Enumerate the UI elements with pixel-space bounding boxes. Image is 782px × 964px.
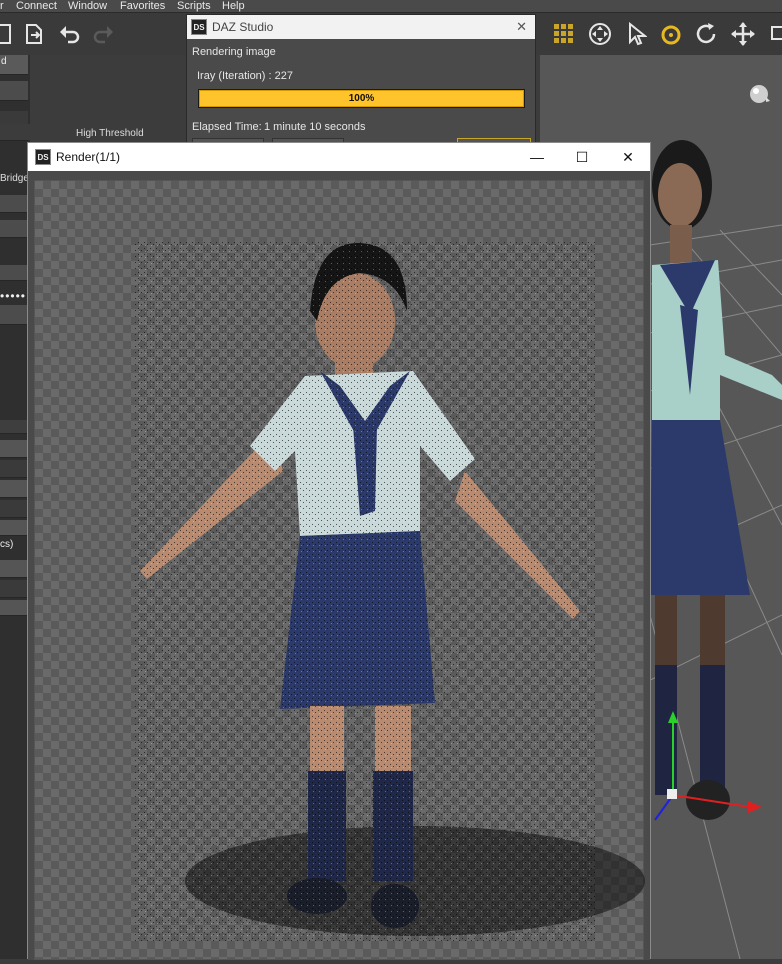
menu-item-scripts[interactable]: Scripts	[177, 0, 211, 12]
more-dots-icon[interactable]: •••••	[0, 289, 26, 303]
orbit-icon[interactable]	[658, 20, 686, 48]
left-pane: d Bridge ••••• cs)	[0, 55, 30, 959]
grid-icon[interactable]	[550, 20, 578, 48]
pane-tab-label: d	[1, 56, 7, 67]
pane-row[interactable]	[0, 600, 28, 616]
menu-item-truncated[interactable]: r	[0, 0, 4, 12]
bridge-label: Bridge	[0, 173, 29, 184]
render-status: Rendering image	[192, 46, 276, 58]
progress-text: 100%	[348, 93, 375, 104]
pane-row[interactable]	[0, 420, 28, 434]
minimize-icon[interactable]: —	[514, 143, 560, 171]
new-scene-icon[interactable]	[0, 20, 18, 48]
pane-row[interactable]	[0, 500, 28, 518]
menu-item-favorites[interactable]: Favorites	[120, 0, 165, 12]
scale-tool-icon[interactable]	[762, 20, 782, 48]
maximize-icon[interactable]: ☐	[559, 143, 605, 171]
close-icon[interactable]: ✕	[605, 143, 651, 171]
pane-row[interactable]	[0, 560, 28, 578]
rendered-figure	[135, 241, 645, 941]
pane-row[interactable]	[0, 265, 28, 281]
dialog-close-icon[interactable]: ✕	[516, 19, 527, 35]
render-window: DS Render(1/1) — ☐ ✕	[27, 142, 651, 960]
elapsed-value: 1 minute 10 seconds	[264, 121, 366, 133]
redo-icon	[90, 20, 118, 48]
dialog-title: DAZ Studio	[212, 20, 274, 34]
pointer-icon[interactable]	[622, 20, 650, 48]
menu-item-help[interactable]: Help	[222, 0, 245, 12]
pane-row[interactable]	[0, 460, 28, 478]
daz-logo-icon: DS	[35, 149, 51, 165]
menu-item-connect[interactable]: Connect	[16, 0, 57, 12]
daz-logo-icon: DS	[191, 19, 207, 35]
truncated-label: cs)	[0, 539, 14, 550]
render-titlebar[interactable]: DS Render(1/1) — ☐ ✕	[28, 143, 650, 171]
pane-row[interactable]	[0, 220, 28, 238]
pane-row[interactable]	[0, 440, 28, 458]
pane-row[interactable]	[0, 305, 28, 325]
viewport-sphere-icon[interactable]	[748, 83, 772, 107]
translate-icon[interactable]	[729, 20, 757, 48]
pane-row[interactable]	[0, 81, 28, 101]
pane-row[interactable]	[0, 520, 28, 536]
export-icon[interactable]	[20, 20, 48, 48]
pane-tab[interactable]: d	[0, 55, 28, 75]
progress-bar: 100%	[198, 89, 525, 108]
elapsed-label: Elapsed Time:	[192, 121, 262, 133]
rotate-icon[interactable]	[693, 20, 721, 48]
universal-tool-icon[interactable]	[586, 20, 614, 48]
pane-row[interactable]	[0, 195, 28, 213]
high-threshold-label: High Threshold	[76, 128, 144, 139]
threshold-row: High Threshold	[0, 124, 186, 140]
pane-row[interactable]	[0, 580, 28, 598]
pane-row[interactable]	[0, 480, 28, 498]
render-window-title: Render(1/1)	[56, 150, 121, 164]
menu-bar: r Connect Window Favorites Scripts Help	[0, 0, 782, 13]
iteration-text: Iray (Iteration) : 227	[197, 70, 293, 82]
dialog-titlebar[interactable]: DS DAZ Studio ✕	[187, 15, 535, 39]
render-progress-dialog: DS DAZ Studio ✕ Rendering image Iray (It…	[186, 14, 536, 154]
render-canvas	[34, 180, 645, 960]
menu-item-window[interactable]: Window	[68, 0, 107, 12]
undo-icon[interactable]	[55, 20, 83, 48]
